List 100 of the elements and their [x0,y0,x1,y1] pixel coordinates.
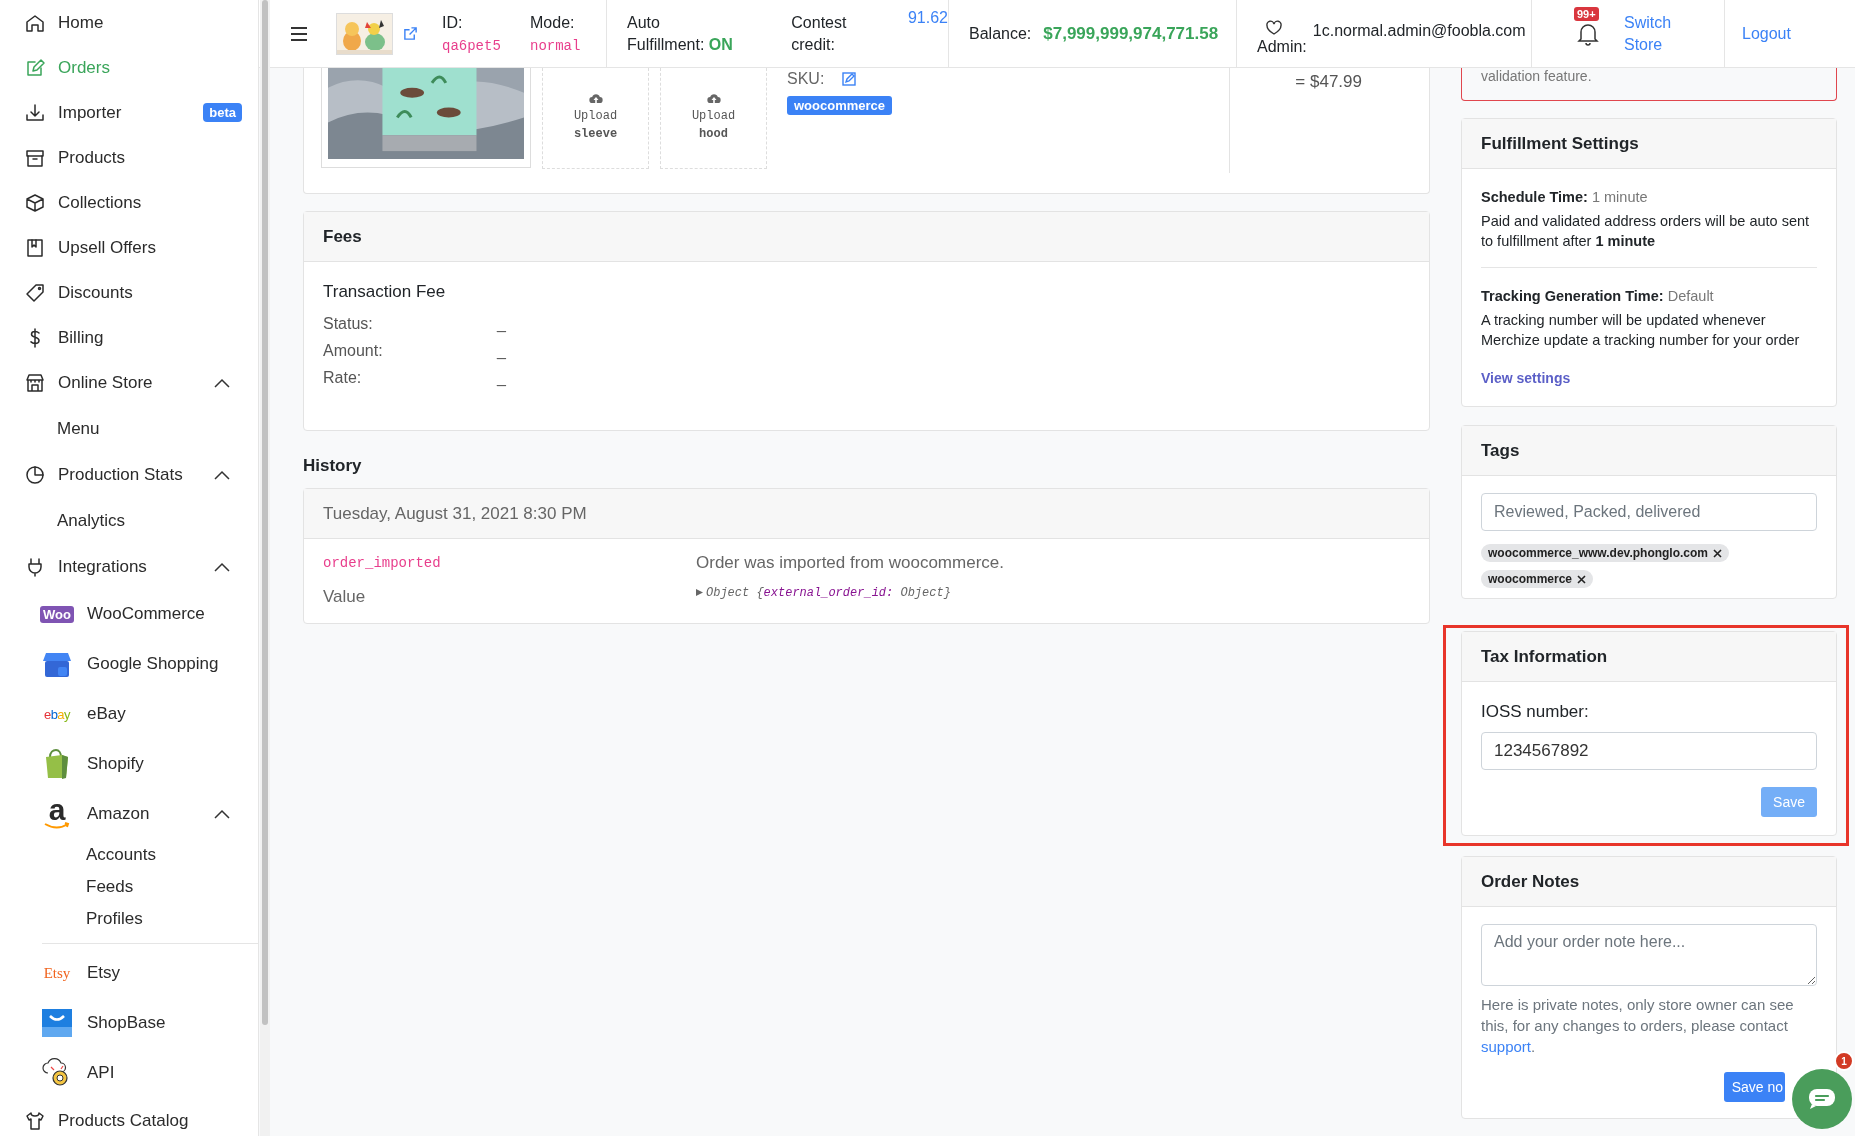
id-label: ID: [442,13,464,32]
integration-item[interactable]: Google Shopping [0,639,258,689]
store-tag: woocommerce [787,96,893,115]
field-label: IOSS number: [1481,702,1590,722]
card-title: Order Notes [1462,857,1836,907]
nav-subitem[interactable]: Analytics [0,497,258,544]
note-field[interactable]: Add your order note here... [1481,924,1817,986]
field-value: _ [497,341,506,360]
card-title: Fulfillment Settings [1462,119,1836,169]
event-name: order_imported [323,555,442,571]
field-label: Amount: [323,341,384,360]
setting-heading: Tracking Generation Time: Default [1481,287,1715,306]
nav-item[interactable]: Upsell Offers [0,225,258,270]
nav-subitem[interactable]: Menu [0,405,258,452]
integration-item[interactable]: ebay eBay [0,689,258,739]
nav-item[interactable]: Importer beta [0,90,258,135]
store-icon [24,371,46,394]
shirt-icon [24,1109,46,1132]
speech-bubble-icon [1808,1088,1836,1110]
integration-item[interactable]: a Amazon [0,789,258,839]
upload-box[interactable]: Upload sleeve [542,68,649,169]
nav-item[interactable]: Production Stats [0,452,258,497]
field-value: _ [497,368,506,387]
admin-email: 1c.normal.admin@foobla.com [1312,21,1526,40]
item-total: = $47.99 [1295,71,1362,93]
chevron-up-icon[interactable] [214,809,230,819]
help-text: Here is private notes, only store owner can see this, for any changes to orders, please contact support. [1481,995,1795,1057]
setting-description: A tracking number will be updated whenever Merchize update a tracking number for your order [1481,311,1801,350]
chat-button[interactable] [1792,1069,1852,1129]
pie-chart-icon [24,463,46,486]
shopping-bag-icon [44,749,70,779]
history-date: Tuesday, August 31, 2021 8:30 PM [304,489,1429,539]
nav-item[interactable]: Discounts [0,270,258,315]
logo-text: ebay [43,706,71,722]
chevron-up-icon[interactable] [214,469,230,480]
book-icon [24,236,46,259]
logo-text: a [48,798,66,822]
balance-value: $7,999,999,974,771.58 [1043,23,1219,44]
fulfillment-status: Auto Fulfillment: ON [627,12,734,55]
field-value: _ [497,314,506,333]
nav-item[interactable]: Home [0,0,258,45]
edit-icon[interactable] [842,72,857,86]
card-title: Fees [304,212,1429,262]
upload-box[interactable]: Upload hood [660,68,767,169]
close-icon[interactable] [1713,548,1723,558]
integration-item[interactable]: Woo WooCommerce [0,589,258,639]
pencil-square-icon [24,56,46,79]
nav-item[interactable]: Billing [0,315,258,360]
ioss-number-field[interactable]: 1234567892 [1481,732,1817,770]
badge: beta [203,103,242,122]
heart-icon[interactable] [1265,19,1283,36]
contest-credit-label: Contest credit: [791,12,848,55]
logo-text: Woo [40,605,74,623]
section-title: Transaction Fee [323,282,447,302]
close-icon[interactable] [1577,574,1587,584]
nav-item[interactable]: Products [0,135,258,180]
scrollbar[interactable] [260,0,270,1136]
mode-value: normal [530,37,581,54]
nav-item[interactable]: Collections [0,180,258,225]
nav-item[interactable]: Products Catalog [0,1098,258,1136]
notice-text: validation feature. [1481,68,1592,84]
field-label: Status: [323,314,374,333]
integration-item[interactable]: Etsy Etsy [0,948,258,998]
triangle-icon[interactable] [696,589,703,596]
external-link-icon[interactable] [403,26,418,41]
nav-item[interactable]: Online Store [0,360,258,405]
chat-badge: 1 [1834,1051,1854,1071]
integration-item[interactable]: API [0,1048,258,1098]
download-icon [24,101,46,124]
notification-count: 99+ [1574,6,1599,21]
tag-chip: woocommerce [1481,570,1594,588]
logo-text: Etsy [43,964,71,982]
view-settings-link[interactable]: View settings [1481,368,1571,388]
nav-subitem[interactable]: Accounts [0,839,258,871]
contest-credit-value: 91.62 [907,9,948,27]
cube-icon [24,191,46,214]
integration-item[interactable]: Shopify [0,739,258,789]
field-label: Rate: [323,368,363,387]
integration-item[interactable]: ShopBase [0,998,258,1048]
nav-item[interactable]: Integrations [0,544,258,589]
balance-label: Balance: [969,24,1032,43]
setting-heading: Schedule Time: 1 minute [1481,188,1649,207]
nav-subitem[interactable]: Profiles [0,903,258,935]
event-message: Order was imported from woocommerce. [696,553,1005,573]
chevron-up-icon[interactable] [214,561,230,572]
setting-description: Paid and validated address orders will be auto sent to fulfillment after 1 minute [1481,212,1811,251]
sku-label: SKU: [787,70,825,88]
card-title: Tags [1462,426,1836,476]
nav-subitem[interactable]: Feeds [0,871,258,903]
card-title: Tax Information [1462,632,1836,682]
order-id: qa6pet5 [442,37,502,54]
chevron-up-icon[interactable] [214,377,230,388]
tags-input[interactable]: Reviewed, Packed, delivered [1481,493,1817,531]
object-value[interactable]: Object {external_order_id: Object} [696,586,1410,600]
section-title: History [303,456,363,476]
logout-link[interactable]: Logout [1742,24,1791,43]
switch-store-link[interactable]: Switch Store [1624,11,1684,56]
save-note-button[interactable]: Save no [1723,1072,1785,1102]
admin-label: Admin: [1257,37,1307,56]
value-label: Value [323,587,367,607]
